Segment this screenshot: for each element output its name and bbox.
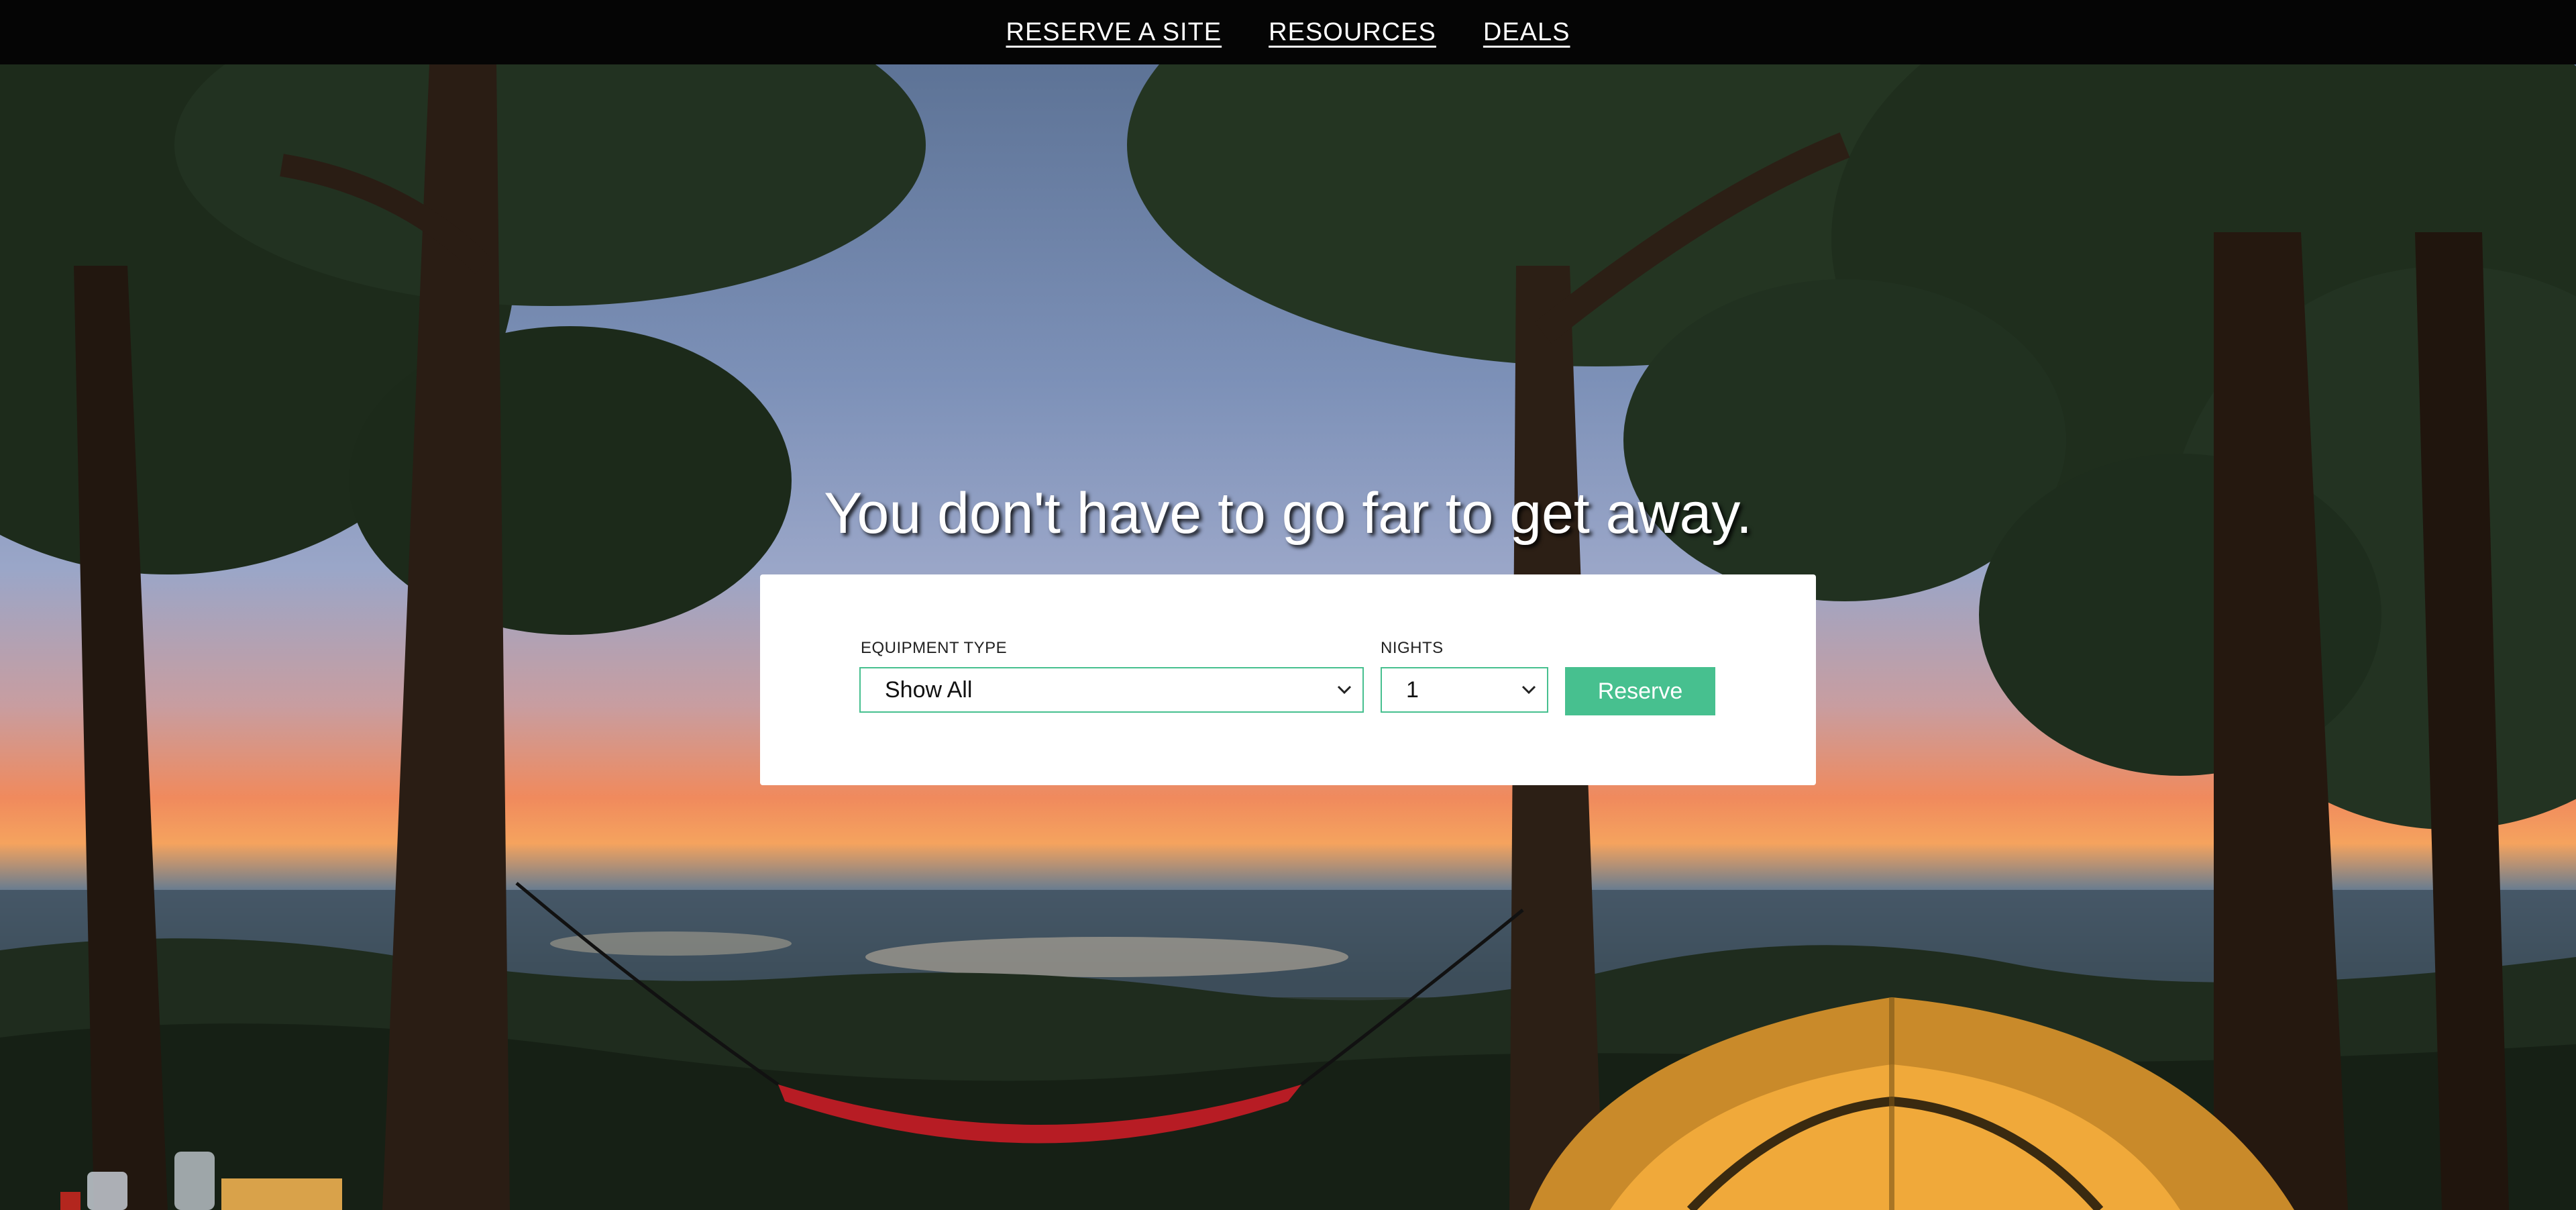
nav-deals[interactable]: DEALS (1483, 18, 1570, 47)
chevron-down-icon (1337, 685, 1352, 695)
chevron-down-icon (1521, 685, 1536, 695)
top-nav: RESERVE A SITE RESOURCES DEALS (0, 0, 2576, 64)
hero: You don't have to go far to get away. EQ… (0, 64, 2576, 1210)
nights-value: 1 (1406, 676, 1419, 703)
nav-resources[interactable]: RESOURCES (1269, 18, 1436, 47)
reservation-panel: EQUIPMENT TYPE Show All NIGHTS 1 Reserve (760, 574, 1816, 785)
equipment-type-select[interactable]: Show All (859, 667, 1364, 713)
reserve-button[interactable]: Reserve (1565, 667, 1715, 715)
hero-headline: You don't have to go far to get away. (824, 481, 1752, 546)
nights-label: NIGHTS (1381, 639, 1444, 657)
equipment-type-value: Show All (885, 676, 973, 703)
nights-select[interactable]: 1 (1381, 667, 1548, 713)
equipment-type-label: EQUIPMENT TYPE (861, 639, 1008, 657)
nav-reserve-a-site[interactable]: RESERVE A SITE (1006, 18, 1222, 47)
